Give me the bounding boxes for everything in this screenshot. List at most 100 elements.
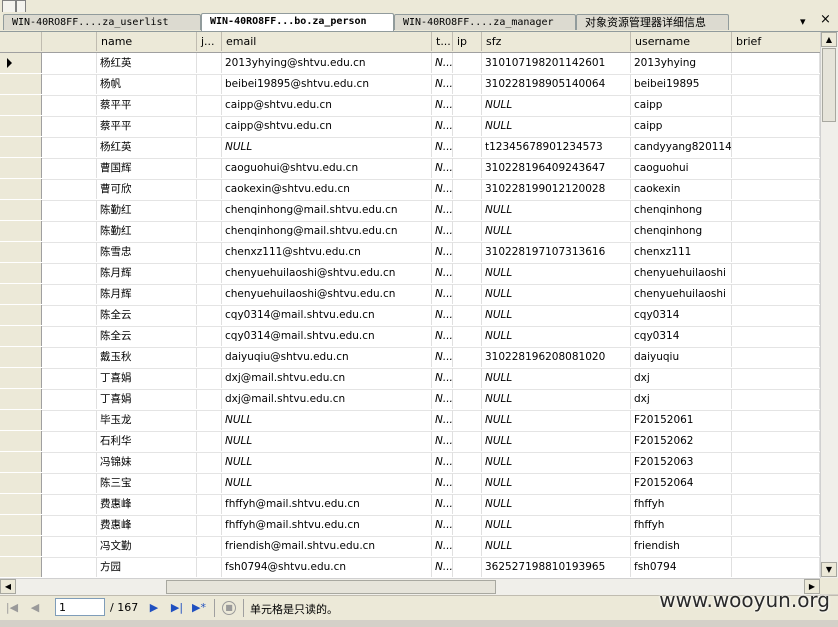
cell-sfz[interactable]: 362527198810193965: [482, 557, 631, 577]
current-record-field[interactable]: [55, 598, 105, 616]
cell-sfz[interactable]: NULL: [482, 410, 631, 430]
cell-email[interactable]: chenyuehuilaoshi@shtvu.edu.cn: [222, 263, 432, 283]
cell-blank[interactable]: [42, 137, 97, 157]
table-row[interactable]: 陈全云 cqy0314@mail.shtvu.edu.cn N... NULL cqy0…: [0, 305, 820, 327]
cell-username[interactable]: F20152064: [631, 473, 732, 493]
cell-email[interactable]: 2013yhying@shtvu.edu.cn: [222, 53, 432, 73]
table-row[interactable]: 陈三宝 NULL N... NULL F20152064: [0, 473, 820, 495]
scroll-up-icon[interactable]: ▲: [821, 32, 837, 47]
cell-blank[interactable]: [42, 410, 97, 430]
column-header-brief[interactable]: brief: [732, 32, 820, 51]
cell-name[interactable]: 毕玉龙: [97, 410, 197, 430]
cell-sfz[interactable]: NULL: [482, 494, 631, 514]
cell-brief[interactable]: [732, 494, 820, 514]
cell-j[interactable]: [197, 242, 222, 262]
table-row[interactable]: 石利华 NULL N... NULL F20152062: [0, 431, 820, 453]
cell-brief[interactable]: [732, 95, 820, 115]
cell-brief[interactable]: [732, 326, 820, 346]
cell-email[interactable]: fhffyh@mail.shtvu.edu.cn: [222, 515, 432, 535]
cell-email[interactable]: daiyuqiu@shtvu.edu.cn: [222, 347, 432, 367]
cell-brief[interactable]: [732, 53, 820, 73]
cell-ip[interactable]: [453, 53, 482, 73]
cell-t[interactable]: N...: [432, 74, 453, 94]
cell-blank[interactable]: [42, 95, 97, 115]
table-row[interactable]: 戴玉秋 daiyuqiu@shtvu.edu.cn N... 310228196208…: [0, 347, 820, 369]
cell-name[interactable]: 陈三宝: [97, 473, 197, 493]
cell-ip[interactable]: [453, 116, 482, 136]
cell-ip[interactable]: [453, 179, 482, 199]
table-row[interactable]: 费惠峰 fhffyh@mail.shtvu.edu.cn N... NULL fhffy…: [0, 515, 820, 537]
table-row[interactable]: 陈月辉 chenyuehuilaoshi@shtvu.edu.cn N... NULL…: [0, 284, 820, 306]
table-row[interactable]: 蔡平平 caipp@shtvu.edu.cn N... NULL caipp: [0, 95, 820, 117]
cell-ip[interactable]: [453, 431, 482, 451]
cell-t[interactable]: N...: [432, 536, 453, 556]
cell-blank[interactable]: [42, 431, 97, 451]
horizontal-scroll-thumb[interactable]: [166, 580, 496, 594]
table-row[interactable]: 陈勤红 chenqinhong@mail.shtvu.edu.cn N... NULL…: [0, 221, 820, 243]
cell-j[interactable]: [197, 473, 222, 493]
cell-brief[interactable]: [732, 473, 820, 493]
cell-j[interactable]: [197, 326, 222, 346]
row-selector[interactable]: [0, 410, 42, 430]
cell-ip[interactable]: [453, 221, 482, 241]
table-row[interactable]: 曹国辉 caoguohui@shtvu.edu.cn N... 31022819640…: [0, 158, 820, 180]
cell-sfz[interactable]: NULL: [482, 473, 631, 493]
row-selector[interactable]: [0, 221, 42, 241]
cell-sfz[interactable]: NULL: [482, 368, 631, 388]
tab-list-dropdown-icon[interactable]: ▾: [800, 15, 806, 28]
cell-name[interactable]: 蔡平平: [97, 95, 197, 115]
cell-sfz[interactable]: NULL: [482, 305, 631, 325]
cell-t[interactable]: N...: [432, 557, 453, 577]
cell-t[interactable]: N...: [432, 200, 453, 220]
cell-name[interactable]: 冯文勤: [97, 536, 197, 556]
cell-email[interactable]: cqy0314@mail.shtvu.edu.cn: [222, 305, 432, 325]
cell-j[interactable]: [197, 515, 222, 535]
cell-blank[interactable]: [42, 242, 97, 262]
cell-name[interactable]: 陈雪忠: [97, 242, 197, 262]
cell-name[interactable]: 杨红英: [97, 137, 197, 157]
table-row[interactable]: 陈勤红 chenqinhong@mail.shtvu.edu.cn N... NULL…: [0, 200, 820, 222]
cell-brief[interactable]: [732, 137, 820, 157]
cell-email[interactable]: friendish@mail.shtvu.edu.cn: [222, 536, 432, 556]
cell-username[interactable]: caoguohui: [631, 158, 732, 178]
cell-t[interactable]: N...: [432, 95, 453, 115]
row-selector-header[interactable]: [0, 32, 42, 51]
row-selector[interactable]: [0, 53, 42, 73]
cell-brief[interactable]: [732, 116, 820, 136]
cell-username[interactable]: friendish: [631, 536, 732, 556]
last-record-icon[interactable]: ▶|: [170, 601, 184, 615]
cell-j[interactable]: [197, 137, 222, 157]
row-selector[interactable]: [0, 95, 42, 115]
cell-username[interactable]: F20152061: [631, 410, 732, 430]
cell-j[interactable]: [197, 431, 222, 451]
cell-email[interactable]: chenyuehuilaoshi@shtvu.edu.cn: [222, 284, 432, 304]
cell-brief[interactable]: [732, 200, 820, 220]
cell-name[interactable]: 费惠峰: [97, 515, 197, 535]
cell-name[interactable]: 陈月辉: [97, 263, 197, 283]
cell-ip[interactable]: [453, 515, 482, 535]
cell-brief[interactable]: [732, 431, 820, 451]
cell-username[interactable]: candyyang820114: [631, 137, 732, 157]
tab-za-manager[interactable]: WIN-40RO8FF....za_manager: [394, 14, 576, 30]
cell-email[interactable]: chenqinhong@mail.shtvu.edu.cn: [222, 221, 432, 241]
tab-za-userlist[interactable]: WIN-40RO8FF....za_userlist: [3, 14, 201, 30]
cell-t[interactable]: N...: [432, 221, 453, 241]
row-selector[interactable]: [0, 74, 42, 94]
cell-ip[interactable]: [453, 410, 482, 430]
cell-ip[interactable]: [453, 494, 482, 514]
cell-sfz[interactable]: NULL: [482, 221, 631, 241]
cell-sfz[interactable]: NULL: [482, 263, 631, 283]
cell-email[interactable]: caoguohui@shtvu.edu.cn: [222, 158, 432, 178]
row-selector[interactable]: [0, 158, 42, 178]
cell-j[interactable]: [197, 200, 222, 220]
cell-t[interactable]: N...: [432, 326, 453, 346]
cell-ip[interactable]: [453, 200, 482, 220]
column-header-blank[interactable]: [42, 32, 97, 51]
cell-brief[interactable]: [732, 410, 820, 430]
cell-t[interactable]: N...: [432, 305, 453, 325]
cell-name[interactable]: 丁喜娟: [97, 368, 197, 388]
row-selector[interactable]: [0, 305, 42, 325]
cell-email[interactable]: fhffyh@mail.shtvu.edu.cn: [222, 494, 432, 514]
cell-email[interactable]: dxj@mail.shtvu.edu.cn: [222, 368, 432, 388]
cell-ip[interactable]: [453, 452, 482, 472]
